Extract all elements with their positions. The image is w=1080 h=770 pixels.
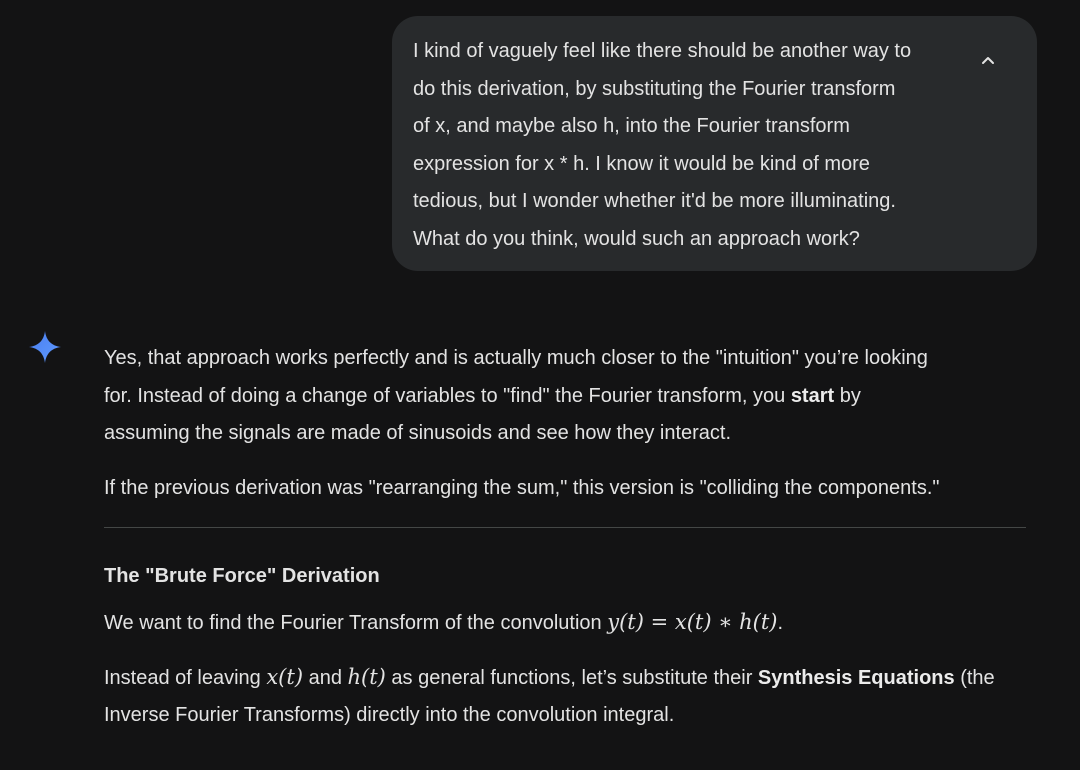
substitute-text-a: Instead of leaving	[104, 666, 267, 689]
intro-bold-start: start	[790, 384, 835, 407]
user-message-bubble: I kind of vaguely feel like there should…	[392, 16, 1037, 271]
section-divider	[104, 527, 1026, 528]
gemini-sparkle-icon	[29, 331, 61, 363]
substitute-and: and	[303, 666, 348, 689]
response-paragraph-intro: Yes, that approach works perfectly and i…	[104, 340, 1026, 453]
synthesis-equations-bold: Synthesis Equations	[757, 666, 955, 689]
convolution-equation: y(t) = x(t) ∗ h(t)	[607, 610, 778, 634]
section-heading: The "Brute Force" Derivation	[104, 565, 380, 587]
response-paragraph-analogy: If the previous derivation was "rearrang…	[104, 476, 940, 499]
math-x-of-t: x(t)	[266, 664, 304, 689]
user-message-text: I kind of vaguely feel like there should…	[413, 40, 912, 250]
response-paragraph-substitute: Instead of leaving x(t) and h(t) as gene…	[104, 659, 1034, 735]
collapse-message-button[interactable]	[972, 46, 1004, 74]
goal-text-b: .	[777, 612, 784, 634]
goal-text-a: We want to find the Fourier Transform of…	[104, 612, 608, 634]
response-paragraph-goal: We want to find the Fourier Transform of…	[104, 604, 1034, 643]
assistant-response: Yes, that approach works perfectly and i…	[104, 340, 1034, 735]
substitute-text-b: as general functions, let’s substitute t…	[385, 666, 758, 689]
chevron-up-icon	[982, 57, 994, 64]
math-h-of-t: h(t)	[347, 664, 386, 689]
